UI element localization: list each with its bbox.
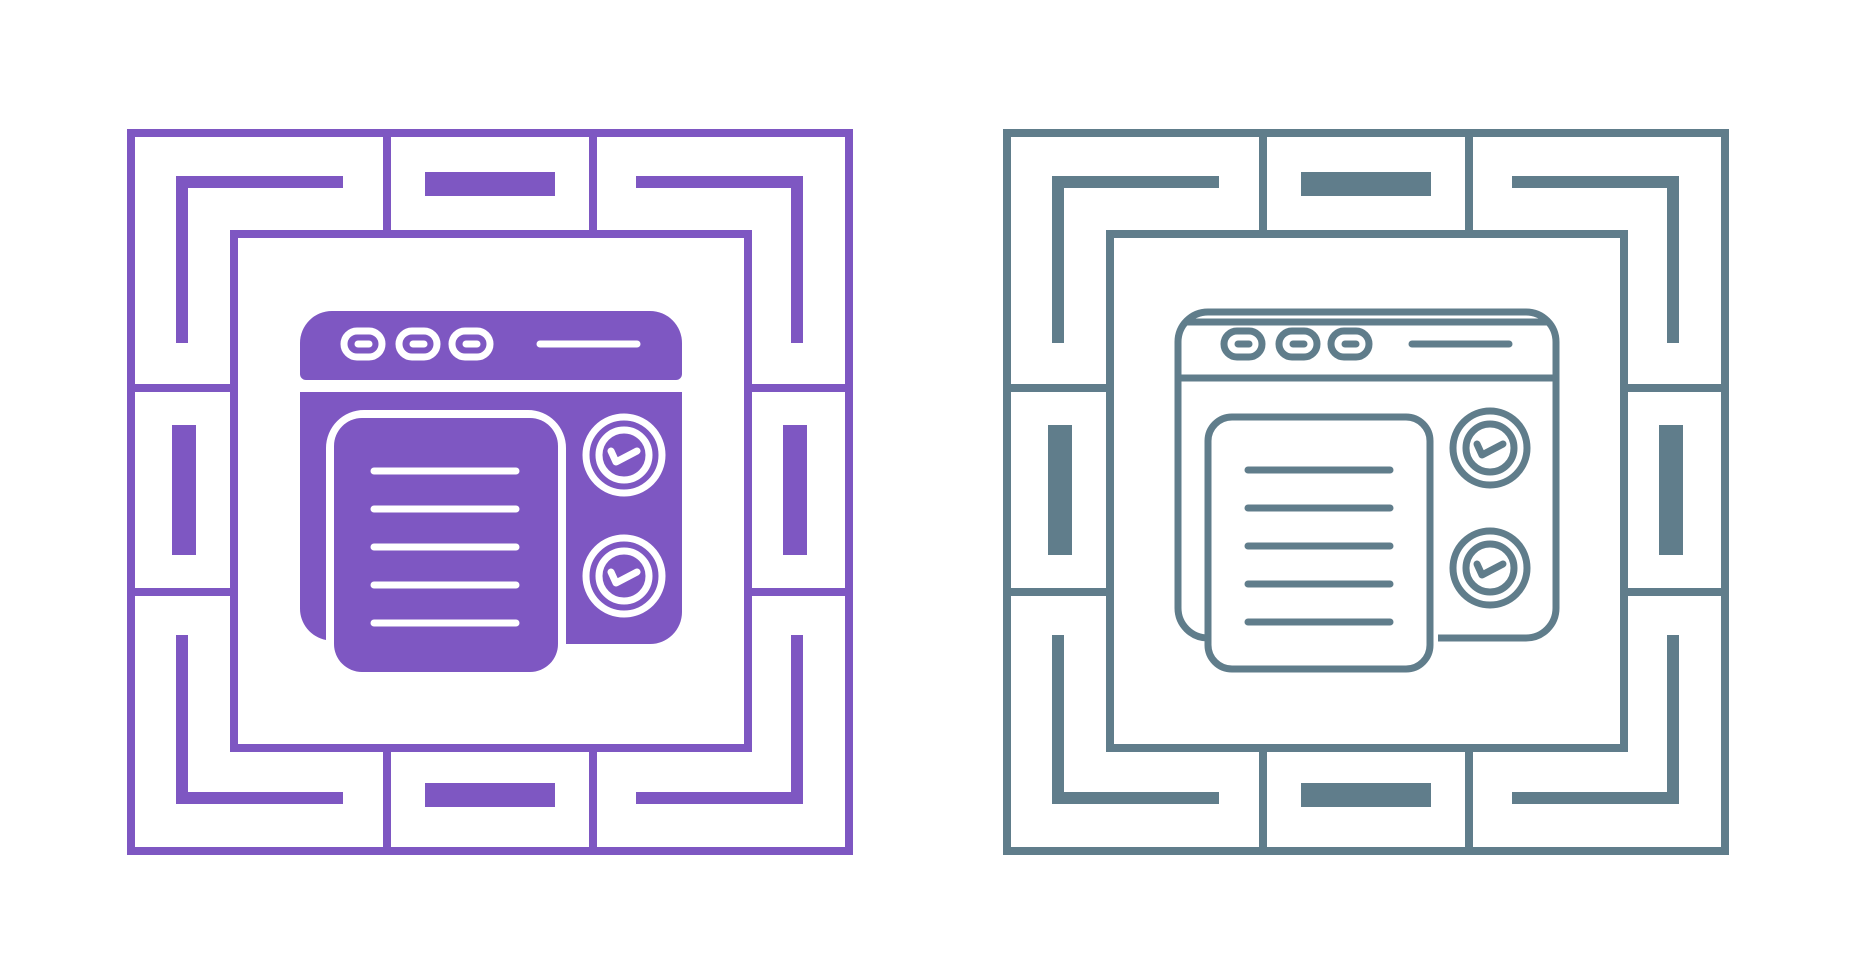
outer-frame: [1003, 129, 1729, 855]
icon-sheet: [0, 0, 1854, 980]
browser-checklist-outline-icon: [1003, 129, 1729, 855]
